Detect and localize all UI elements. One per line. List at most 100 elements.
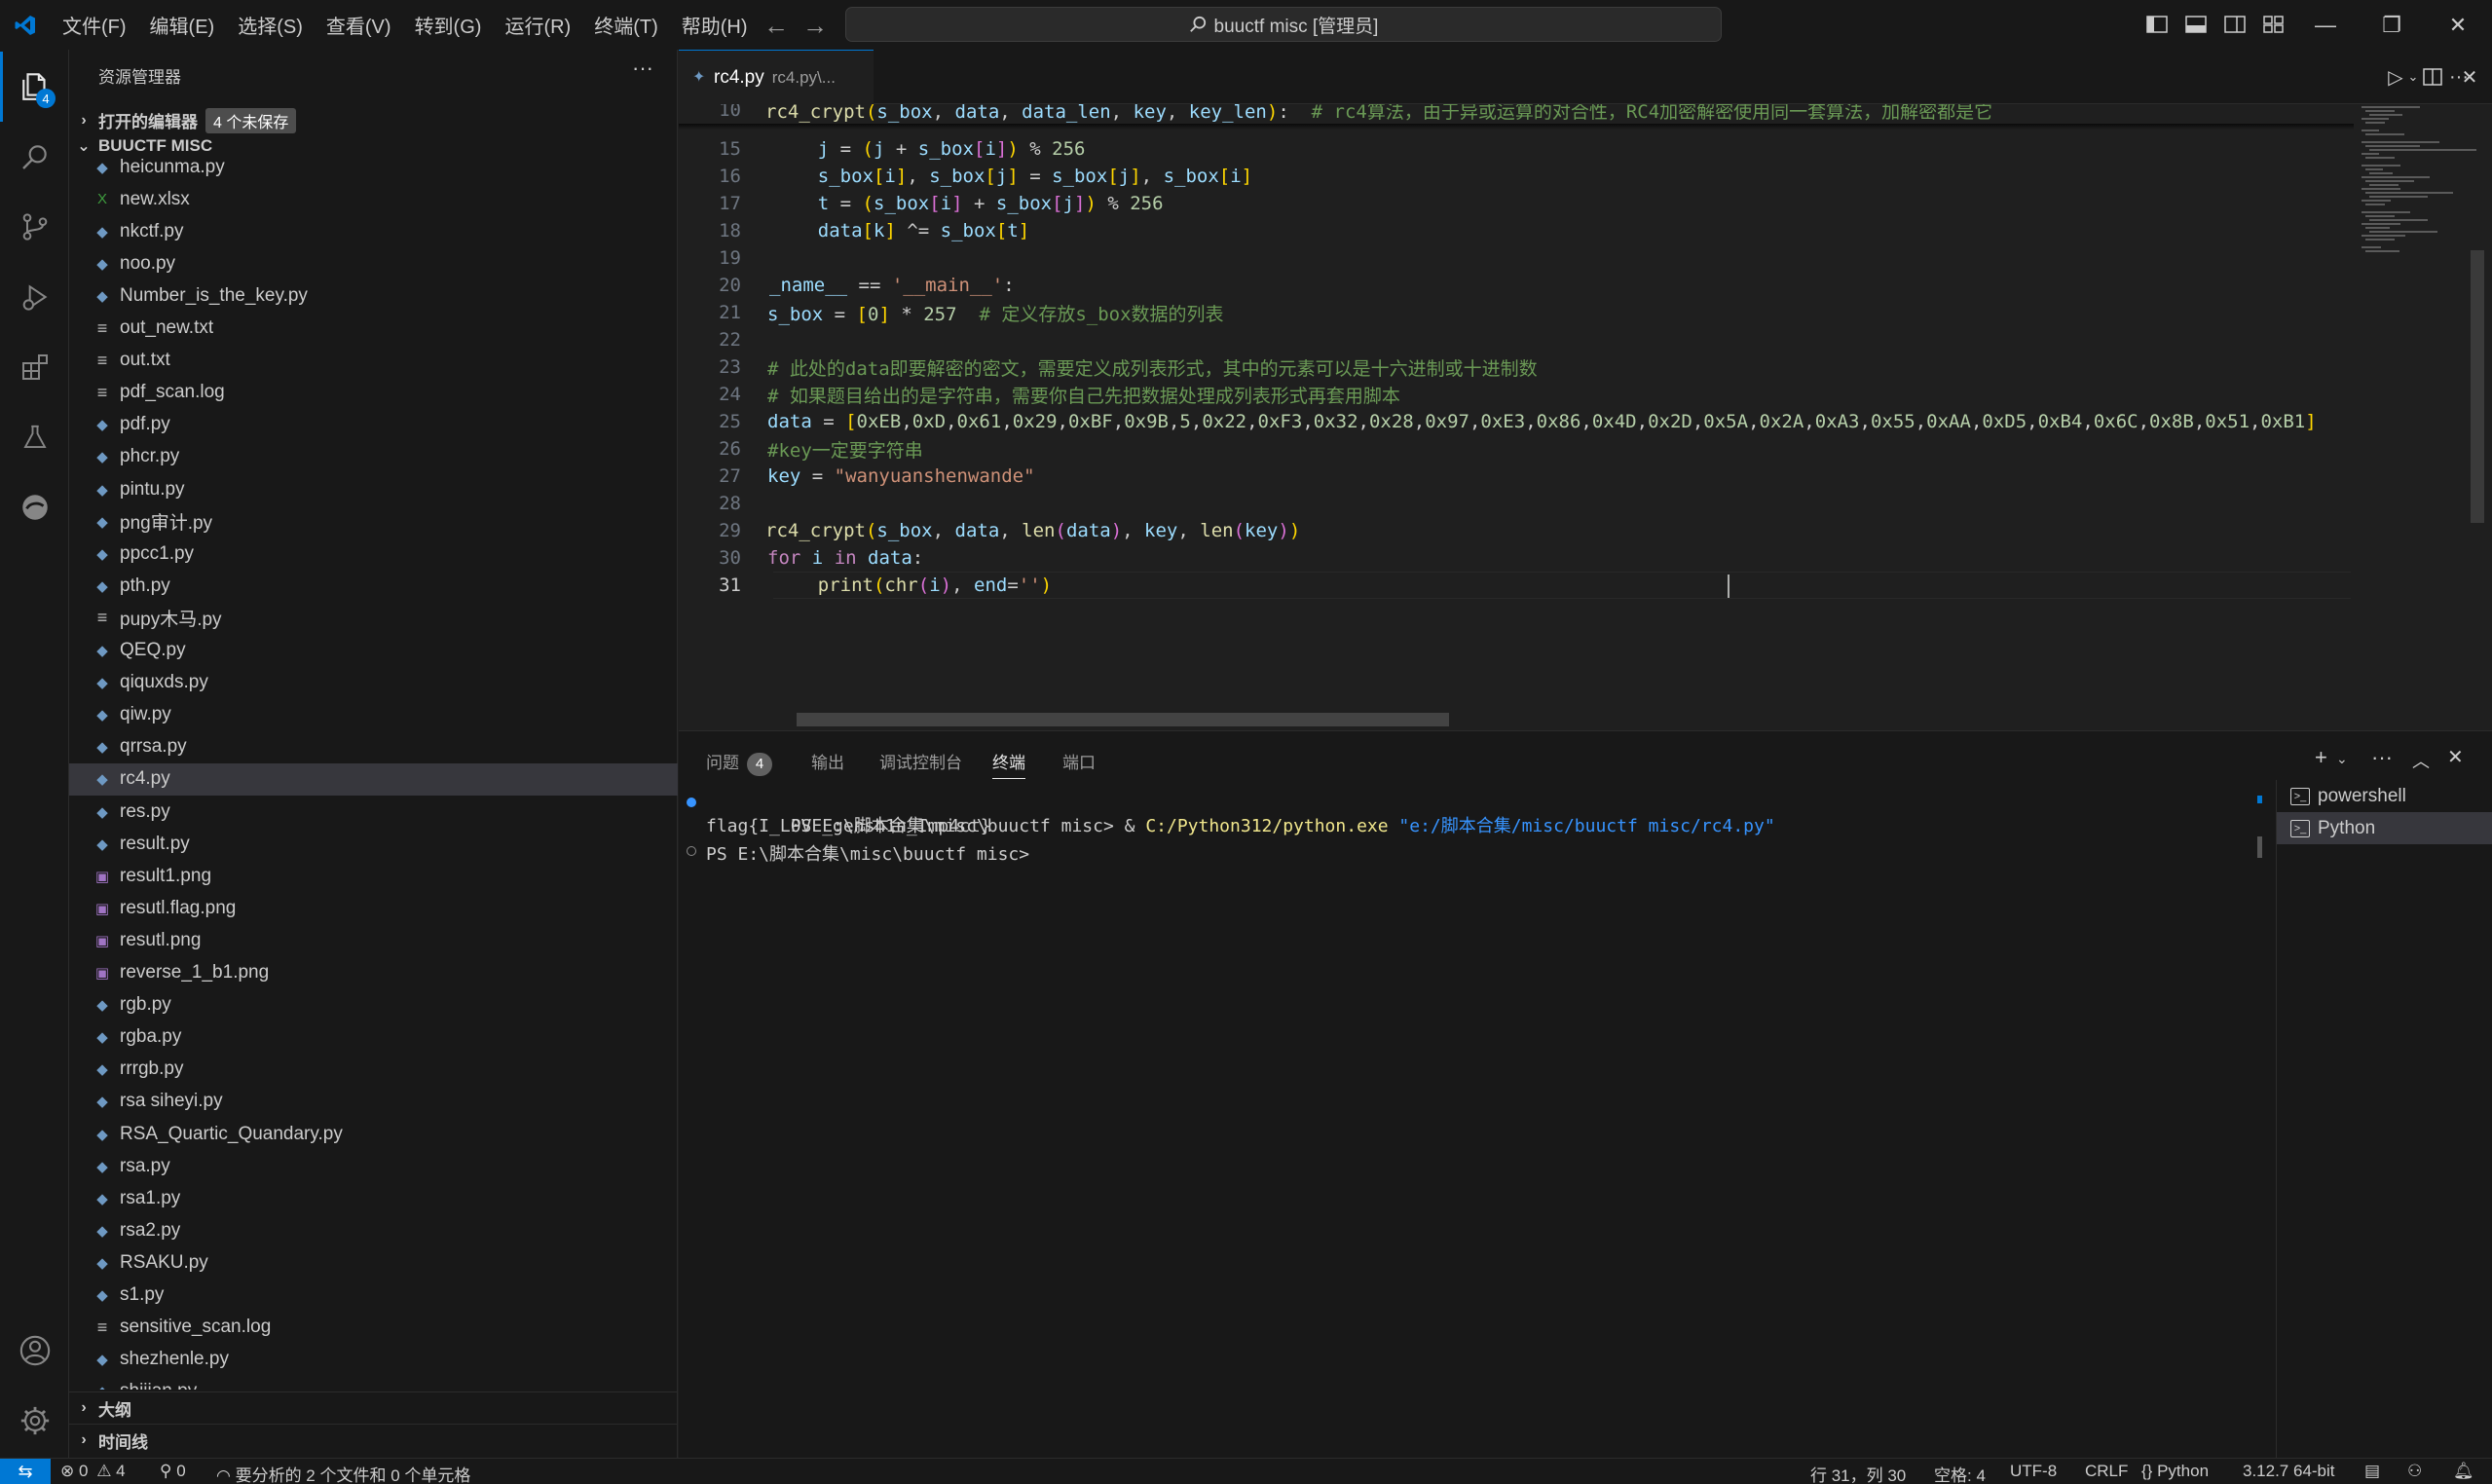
restore-icon[interactable]: ❐ [2358, 0, 2426, 50]
minimap[interactable] [2356, 104, 2476, 730]
language-mode[interactable]: {} Python [2141, 1462, 2209, 1481]
panel-tab[interactable]: 问题 4 [706, 749, 772, 776]
minimize-icon[interactable]: — [2291, 0, 2360, 50]
menu-item-3[interactable]: 查看(V) [315, 0, 403, 50]
timeline-header[interactable]: › 时间线 [69, 1424, 678, 1456]
explorer-icon[interactable]: 4 [0, 52, 69, 122]
panel-more-icon[interactable]: ··· [2371, 745, 2393, 770]
file-item[interactable]: ◆ rsa.py [69, 1150, 678, 1182]
new-terminal-plus-icon[interactable]: + [2315, 745, 2327, 770]
line-ending[interactable]: CRLF [2085, 1462, 2128, 1481]
copilot-icon[interactable]: ⚇ [2407, 1462, 2422, 1481]
file-item[interactable]: ◆ rrrgb.py [69, 1054, 678, 1086]
indentation[interactable]: 空格: 4 [1934, 1462, 1986, 1484]
toggle-primary-sidebar-icon[interactable] [2144, 13, 2170, 36]
file-item[interactable]: ≡ sensitive_scan.log [69, 1312, 678, 1344]
toggle-panel-icon[interactable] [2183, 13, 2209, 36]
terminal-dropdown-chevron-icon[interactable]: ⌄ [2336, 751, 2348, 767]
settings-gear-icon[interactable] [0, 1386, 69, 1456]
panel-tab[interactable]: 输出 [811, 749, 844, 773]
file-item[interactable]: ≡ out.txt [69, 345, 678, 377]
encoding[interactable]: UTF-8 [2010, 1462, 2057, 1481]
maximize-panel-icon[interactable]: ︿ [2412, 748, 2430, 773]
file-item[interactable]: ◆ rc4.py [69, 762, 678, 796]
editor-horizontal-scrollbar[interactable] [797, 713, 1449, 726]
outline-header[interactable]: › 大纲 [69, 1391, 678, 1424]
open-editors-header[interactable]: › 打开的编辑器 4 个未保存 [69, 104, 678, 136]
editor-more-actions-icon[interactable]: ··· [2444, 63, 2473, 91]
file-item[interactable]: ◆ phcr.py [69, 441, 678, 473]
file-info-icon[interactable]: ▤ [2364, 1462, 2380, 1481]
file-item[interactable]: ◆ qrrsa.py [69, 731, 678, 763]
file-item[interactable]: ◆ rgba.py [69, 1021, 678, 1054]
file-item[interactable]: ◆ rsa2.py [69, 1214, 678, 1246]
file-item[interactable]: ≡ pupy木马.py [69, 602, 678, 634]
extensions-icon[interactable] [0, 332, 69, 402]
file-item[interactable]: ◆ nkctf.py [69, 215, 678, 247]
terminal-scrollbar[interactable] [2257, 836, 2262, 858]
source-control-icon[interactable] [0, 192, 69, 262]
file-item[interactable]: ◆ result.py [69, 828, 678, 860]
panel-tab[interactable]: 端口 [1062, 749, 1096, 773]
file-item[interactable]: ◆ rgb.py [69, 989, 678, 1021]
search-icon[interactable] [0, 122, 69, 192]
file-item[interactable]: ◆ Number_is_the_key.py [69, 279, 678, 312]
editor-vertical-scrollbar[interactable] [2471, 250, 2484, 523]
panel-tab[interactable]: 终端 [992, 749, 1025, 779]
python-interpreter[interactable]: 3.12.7 64-bit [2243, 1462, 2335, 1481]
folder-header[interactable]: ⌄ BUUCTF MISC [69, 135, 678, 157]
close-window-icon[interactable]: ✕ [2424, 0, 2492, 50]
file-item[interactable]: ≡ pdf_scan.log [69, 377, 678, 409]
analysis-status[interactable]: ◠ 要分析的 2 个文件和 0 个单元格 [216, 1462, 470, 1484]
toggle-secondary-sidebar-icon[interactable] [2222, 13, 2248, 36]
menu-item-0[interactable]: 文件(F) [51, 0, 138, 50]
more-actions-icon[interactable]: ··· [632, 56, 653, 81]
close-panel-icon[interactable]: ✕ [2447, 745, 2464, 769]
run-debug-icon[interactable] [0, 262, 69, 332]
file-item[interactable]: ◆ qiw.py [69, 699, 678, 731]
remote-explorer-icon[interactable] [0, 472, 69, 542]
file-item[interactable]: ≡ out_new.txt [69, 313, 678, 345]
terminal-item-powershell[interactable]: >_ powershell [2277, 780, 2492, 812]
menu-item-2[interactable]: 选择(S) [226, 0, 315, 50]
panel-tab[interactable]: 调试控制台 [879, 749, 962, 773]
back-arrow-icon[interactable]: ← [760, 10, 793, 41]
file-item[interactable]: ▣ resutl.png [69, 924, 678, 956]
testing-flask-icon[interactable] [0, 402, 69, 472]
file-item[interactable]: ◆ noo.py [69, 247, 678, 279]
file-item[interactable]: ◆ s1.py [69, 1280, 678, 1312]
file-item[interactable]: ◆ RSAKU.py [69, 1246, 678, 1279]
file-item[interactable]: ◆ shijian.py [69, 1376, 678, 1390]
file-item[interactable]: ◆ rsa1.py [69, 1182, 678, 1214]
command-center-search[interactable]: buuctf misc [管理员] [845, 7, 1722, 42]
accounts-icon[interactable] [0, 1316, 69, 1386]
file-item[interactable]: ◆ shezhenle.py [69, 1344, 678, 1376]
terminal-output[interactable]: PS E:\脚本合集\misc\buuctf misc> & C:/Python… [679, 780, 2256, 1459]
file-item[interactable]: Xnew.xlsx [69, 183, 678, 215]
split-editor-icon[interactable] [2418, 63, 2447, 91]
remote-indicator-icon[interactable]: ⇆ [0, 1459, 51, 1484]
file-item[interactable]: ▣ result1.png [69, 860, 678, 892]
file-item[interactable]: ◆ RSA_Quartic_Quandary.py [69, 1118, 678, 1150]
file-item[interactable]: ◆ qiquxds.py [69, 667, 678, 699]
problems-status[interactable]: ⊗ 0 ⚠ 4 [60, 1462, 126, 1481]
file-item[interactable]: ◆ res.py [69, 796, 678, 828]
file-item[interactable]: ◆ QEQ.py [69, 635, 678, 667]
file-item[interactable]: ◆ pth.py [69, 570, 678, 602]
cursor-position[interactable]: 行 31，列 30 [1810, 1462, 1906, 1484]
file-item[interactable]: ◆ pdf.py [69, 409, 678, 441]
menu-item-4[interactable]: 转到(G) [403, 0, 494, 50]
menu-item-6[interactable]: 终端(T) [582, 0, 670, 50]
menu-item-1[interactable]: 编辑(E) [138, 0, 227, 50]
notifications-bell-icon[interactable]: 🔔︎ [2453, 1462, 2474, 1481]
file-item[interactable]: ▣ resutl.flag.png [69, 892, 678, 924]
customize-layout-icon[interactable] [2261, 13, 2287, 36]
forward-arrow-icon[interactable]: → [799, 10, 832, 41]
menu-item-7[interactable]: 帮助(H) [670, 0, 760, 50]
terminal-item-python[interactable]: >_ Python [2277, 812, 2492, 844]
file-item[interactable]: ▣ reverse_1_b1.png [69, 957, 678, 989]
file-item[interactable]: ◆ png审计.py [69, 505, 678, 538]
tab-rc4-py[interactable]: ✦ rc4.py rc4.py\... [679, 50, 874, 104]
file-item[interactable]: ◆ rsa siheyi.py [69, 1086, 678, 1118]
ports-status[interactable]: ⚲ 0 [160, 1462, 186, 1481]
